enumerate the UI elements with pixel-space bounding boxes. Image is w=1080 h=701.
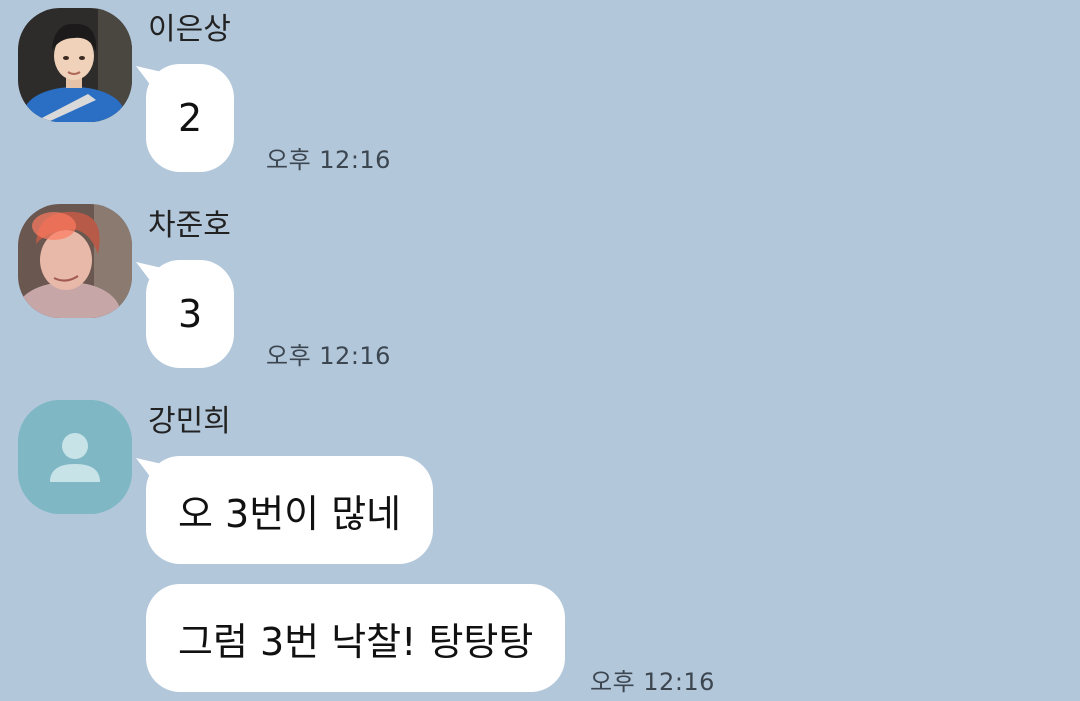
sender-avatar[interactable]: [18, 400, 132, 514]
message-text: 3: [178, 292, 203, 336]
sender-avatar[interactable]: [18, 8, 132, 122]
message-timestamp: 오후 12:16: [266, 342, 391, 370]
chat-message-list[interactable]: 이은상 2 오후 12:16 차준호 3 오후 12:16 강민희 오 3번이 …: [0, 0, 1080, 701]
profile-photo-icon: [18, 8, 132, 122]
profile-photo-icon: [18, 204, 132, 318]
message-bubble[interactable]: 오 3번이 많네: [146, 456, 434, 564]
sender-name: 이은상: [148, 12, 231, 47]
message-timestamp: 오후 12:16: [266, 146, 391, 174]
message-timestamp: 오후 12:16: [590, 668, 715, 696]
message-text: 2: [178, 96, 203, 140]
sender-name: 강민희: [148, 404, 231, 439]
message-bubble[interactable]: 2: [146, 64, 235, 172]
message-text: 오 3번이 많네: [178, 491, 402, 536]
message-bubble[interactable]: 그럼 3번 낙찰! 탕탕탕: [146, 584, 566, 692]
message-bubble[interactable]: 3: [146, 260, 235, 368]
default-person-icon: [18, 400, 132, 514]
sender-name: 차준호: [148, 208, 231, 243]
sender-avatar[interactable]: [18, 204, 132, 318]
message-text: 그럼 3번 낙찰! 탕탕탕: [178, 619, 534, 664]
